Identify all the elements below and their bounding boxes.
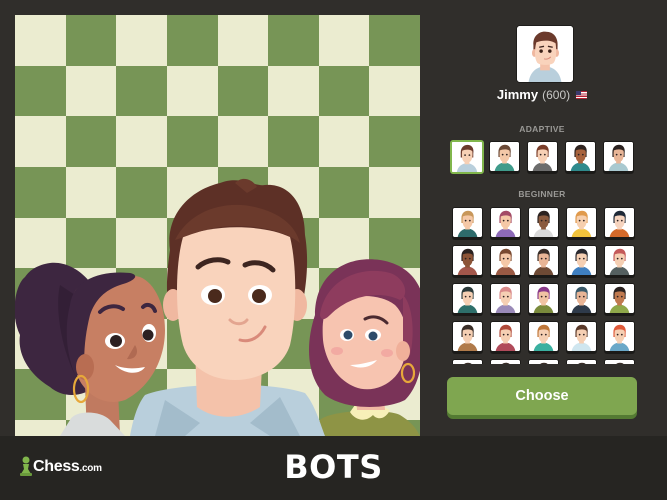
bot-selection-panel: Jimmy (600) ADAPTIVE BEGINNER [437,0,647,436]
bot-tile-adaptive-5[interactable] [603,141,634,172]
bot-tile-beginner-8[interactable] [528,245,559,276]
bot-avatar-icon [491,284,520,313]
bot-tile-beginner-14[interactable] [566,283,597,314]
bot-avatar-icon [567,360,596,364]
bot-avatar-icon [452,142,482,172]
bot-avatar-icon [529,360,558,364]
section-label-adaptive: ADAPTIVE [519,124,565,134]
bot-avatar-icon [567,208,596,237]
bot-avatar-icon [605,208,634,237]
bot-avatar-icon [491,246,520,275]
bot-tile-beginner-5[interactable] [604,207,635,238]
bots-hero-illustration [15,178,420,436]
bot-tile-adaptive-3[interactable] [527,141,558,172]
woman-red-hair-character [305,259,420,436]
bots-screen: Jimmy (600) ADAPTIVE BEGINNER Choose Che… [0,0,667,500]
section-label-beginner: BEGINNER [518,189,566,199]
bot-avatar-icon [605,284,634,313]
us-flag-icon [576,90,588,99]
bot-tile-beginner-1[interactable] [452,207,483,238]
bot-avatar-icon [491,208,520,237]
bot-tile-beginner-15[interactable] [604,283,635,314]
bot-rating: (600) [542,87,571,102]
bot-tile-beginner-16[interactable] [452,321,483,352]
bot-tile-beginner-23[interactable] [528,359,559,364]
beginner-bots-grid[interactable] [437,204,647,364]
bot-tile-beginner-22[interactable] [490,359,521,364]
bot-tile-beginner-2[interactable] [490,207,521,238]
footer-bar: Chess.com BOTS [0,436,667,500]
bot-tile-adaptive-4[interactable] [565,141,596,172]
bot-avatar-icon [605,360,634,364]
page-title: BOTS [284,448,383,486]
choose-button[interactable]: Choose [447,377,637,415]
bot-avatar-icon [453,284,482,313]
bot-tile-adaptive-1[interactable] [450,140,484,174]
bot-tile-beginner-18[interactable] [528,321,559,352]
bot-avatar-icon [529,284,558,313]
bot-avatar-icon [491,322,520,351]
bot-avatar-icon [605,246,634,275]
bot-tile-beginner-13[interactable] [528,283,559,314]
bot-tile-beginner-10[interactable] [604,245,635,276]
bot-avatar-icon [529,246,558,275]
bot-tile-beginner-7[interactable] [490,245,521,276]
bot-tile-beginner-21[interactable] [452,359,483,364]
bot-avatar-icon [567,284,596,313]
bot-tile-beginner-9[interactable] [566,245,597,276]
bot-tile-adaptive-2[interactable] [489,141,520,172]
bot-tile-beginner-17[interactable] [490,321,521,352]
bot-tile-beginner-11[interactable] [452,283,483,314]
bot-avatar-icon [453,360,482,364]
bot-avatar-icon [605,322,634,351]
bot-avatar-icon [453,246,482,275]
bot-tile-beginner-6[interactable] [452,245,483,276]
hero-board-area [15,15,420,436]
bot-tile-beginner-25[interactable] [604,359,635,364]
bot-avatar-icon [566,142,595,171]
bot-avatar-icon [490,142,519,171]
bot-avatar-icon [528,142,557,171]
bot-avatar-icon [604,142,633,171]
bot-name: Jimmy [496,87,539,102]
bot-tile-beginner-20[interactable] [604,321,635,352]
bot-avatar-icon [529,208,558,237]
bot-avatar-icon [567,322,596,351]
bot-tile-beginner-12[interactable] [490,283,521,314]
bot-avatar-icon [567,246,596,275]
bot-avatar-icon [491,360,520,364]
selected-bot-avatar [516,25,574,83]
bot-tile-beginner-3[interactable] [528,207,559,238]
bot-avatar-icon [453,322,482,351]
bot-avatar-icon [529,322,558,351]
bot-tile-beginner-4[interactable] [566,207,597,238]
bot-tile-beginner-19[interactable] [566,321,597,352]
bot-avatar-icon [453,208,482,237]
selected-bot-info: Jimmy (600) [437,87,647,102]
bot-tile-beginner-24[interactable] [566,359,597,364]
